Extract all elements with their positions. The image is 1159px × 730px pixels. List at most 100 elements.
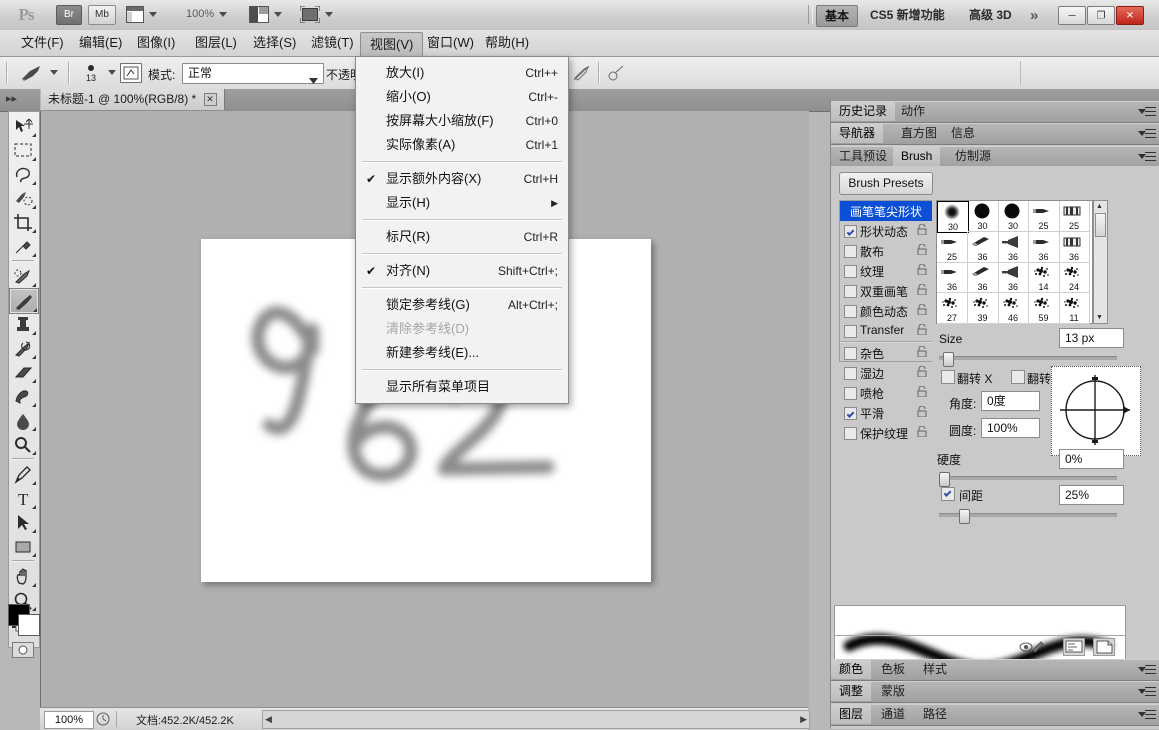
- eyedropper-tool[interactable]: [9, 234, 37, 258]
- brush-presets-button[interactable]: Brush Presets: [839, 172, 933, 195]
- tab-paths[interactable]: 路径: [915, 705, 955, 724]
- brush-tip-cell[interactable]: 30: [998, 201, 1029, 232]
- brush-tip-cell[interactable]: 11: [1059, 292, 1090, 324]
- brush-option-row[interactable]: 散布: [840, 241, 932, 261]
- type-tool[interactable]: T: [9, 486, 37, 510]
- view-menu-item[interactable]: 锁定参考线(G) Alt+Ctrl+;: [356, 293, 568, 317]
- path-select-tool[interactable]: [9, 510, 37, 534]
- history-panel-menu-icon[interactable]: [1138, 106, 1156, 118]
- document-tab[interactable]: 未标题-1 @ 100%(RGB/8) * ✕: [40, 89, 225, 110]
- brush-tip-cell[interactable]: 59: [1028, 292, 1060, 324]
- brush-option-row[interactable]: 平滑: [840, 403, 932, 423]
- scroll-right-arrow-icon[interactable]: ▶: [800, 714, 807, 725]
- brush-tip-cell[interactable]: 46: [998, 292, 1029, 324]
- brush-tip-cell[interactable]: 24: [1059, 262, 1090, 293]
- spacing-checkbox[interactable]: [941, 487, 955, 501]
- lock-icon[interactable]: [917, 323, 927, 336]
- tab-info[interactable]: 信息: [943, 124, 983, 143]
- view-menu-item[interactable]: 标尺(R) Ctrl+R: [356, 225, 568, 249]
- brush-tip-cell[interactable]: 36: [998, 262, 1029, 293]
- brush-panel-menu-icon[interactable]: [1138, 151, 1156, 163]
- brush-option-row[interactable]: 画笔笔尖形状: [840, 201, 932, 221]
- spacing-slider[interactable]: [939, 509, 1117, 524]
- brush-tip-cell[interactable]: 36: [967, 231, 999, 263]
- lock-icon[interactable]: [917, 223, 927, 236]
- lock-icon[interactable]: [917, 243, 927, 256]
- brush-tip-cell[interactable]: 27: [937, 292, 968, 324]
- menu-item-7[interactable]: 窗口(W): [418, 32, 483, 54]
- lock-icon[interactable]: [917, 303, 927, 316]
- healing-brush-tool[interactable]: [9, 264, 37, 288]
- blur-tool[interactable]: [9, 408, 37, 432]
- adjustments-panel-menu-icon[interactable]: [1138, 686, 1156, 698]
- brush-option-checkbox[interactable]: [844, 305, 857, 318]
- spacing-slider-knob[interactable]: [959, 509, 970, 524]
- grid-scroll-thumb[interactable]: [1095, 213, 1106, 237]
- history-brush-tool[interactable]: [9, 336, 37, 360]
- pen-tool[interactable]: [9, 462, 37, 486]
- brush-option-checkbox[interactable]: [844, 347, 857, 360]
- view-menu-item[interactable]: 按屏幕大小缩放(F) Ctrl+0: [356, 109, 568, 133]
- hardness-slider[interactable]: [939, 472, 1117, 487]
- angle-field[interactable]: 0度: [981, 391, 1040, 411]
- bridge-button[interactable]: Br: [56, 5, 82, 25]
- tab-color[interactable]: 颜色: [831, 660, 872, 679]
- brush-tip-cell[interactable]: 36: [1059, 231, 1090, 263]
- brush-tip-grid[interactable]: 30 30 30 25 25 25 36 36 36 36 36 36 36 14 24 27 39 46 59 11: [936, 200, 1093, 324]
- create-new-brush-icon[interactable]: [1093, 638, 1115, 656]
- lock-icon[interactable]: [917, 365, 927, 378]
- brush-size-chevron-down-icon[interactable]: [108, 70, 116, 75]
- status-clock-icon[interactable]: [96, 712, 110, 729]
- menu-item-4[interactable]: 选择(S): [244, 32, 305, 54]
- maximize-button[interactable]: ❐: [1087, 6, 1115, 25]
- screen-mode-icon[interactable]: [299, 5, 321, 26]
- quick-select-tool[interactable]: [9, 186, 37, 210]
- view-menu-item[interactable]: 实际像素(A) Ctrl+1: [356, 133, 568, 157]
- zoom-field[interactable]: 100%: [44, 711, 94, 729]
- grid-scroll-down-icon[interactable]: ▼: [1096, 314, 1103, 321]
- tablet-pressure-opacity-icon[interactable]: [572, 64, 592, 85]
- brush-grid-scrollbar[interactable]: ▲ ▼: [1093, 200, 1108, 324]
- tab-navigator[interactable]: 导航器: [831, 124, 884, 143]
- dodge-tool[interactable]: [9, 432, 37, 456]
- brush-tip-cell[interactable]: 25: [1028, 201, 1060, 232]
- view-menu-item[interactable]: ✔ 显示额外内容(X) Ctrl+H: [356, 167, 568, 191]
- roundness-field[interactable]: 100%: [981, 418, 1040, 438]
- lock-icon[interactable]: [917, 283, 927, 296]
- menu-item-1[interactable]: 编辑(E): [70, 32, 131, 54]
- view-menu-item[interactable]: 新建参考线(E)...: [356, 341, 568, 365]
- tab-actions[interactable]: 动作: [893, 102, 933, 121]
- tab-layers[interactable]: 图层: [831, 705, 872, 724]
- menu-item-6[interactable]: 视图(V): [360, 32, 424, 58]
- tab-channels[interactable]: 通道: [873, 705, 913, 724]
- hand-tool[interactable]: [9, 564, 37, 588]
- menu-item-8[interactable]: 帮助(H): [476, 32, 538, 54]
- brush-option-checkbox[interactable]: [844, 285, 857, 298]
- brush-option-row[interactable]: 纹理: [840, 261, 932, 281]
- tab-clone-source[interactable]: 仿制源: [947, 147, 999, 166]
- brush-option-checkbox[interactable]: [844, 407, 857, 420]
- brush-tip-cell[interactable]: 25: [937, 231, 968, 263]
- brush-preset-chevron-down-icon[interactable]: [50, 70, 58, 75]
- blend-mode-select[interactable]: 正常: [182, 63, 324, 84]
- layers-panel-menu-icon[interactable]: [1138, 709, 1156, 721]
- tab-brush[interactable]: Brush: [893, 147, 941, 166]
- brush-tip-cell[interactable]: 36: [937, 262, 968, 293]
- workspace-tab-advanced-3d[interactable]: 高级 3D: [961, 5, 1020, 25]
- flip-y-checkbox[interactable]: [1011, 370, 1025, 384]
- gradient-tool[interactable]: [9, 384, 37, 408]
- brush-option-checkbox[interactable]: [844, 387, 857, 400]
- brush-option-checkbox[interactable]: [844, 245, 857, 258]
- workspace-tab-cs5-new[interactable]: CS5 新增功能: [862, 5, 953, 25]
- workspace-tab-essentials[interactable]: 基本: [816, 5, 859, 27]
- brush-option-row[interactable]: 保护纹理: [840, 423, 932, 443]
- size-value-field[interactable]: 13 px: [1059, 328, 1124, 348]
- clone-stamp-tool[interactable]: [9, 312, 37, 336]
- brush-tip-cell[interactable]: 14: [1028, 262, 1060, 293]
- brush-option-row[interactable]: 杂色: [840, 343, 932, 363]
- eraser-tool[interactable]: [9, 360, 37, 384]
- move-tool[interactable]: [9, 114, 37, 138]
- brush-option-checkbox[interactable]: [844, 325, 857, 338]
- quick-mask-icon[interactable]: [12, 642, 34, 660]
- brush-option-checkbox[interactable]: [844, 367, 857, 380]
